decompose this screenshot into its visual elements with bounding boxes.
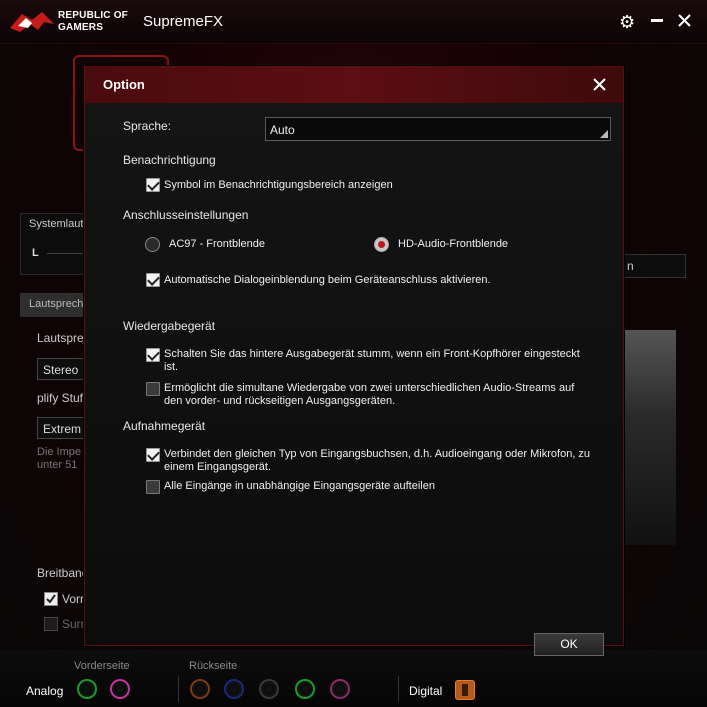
note-line2: unter 51 <box>37 459 78 471</box>
rear-jack-black[interactable] <box>259 679 279 699</box>
speaker-select[interactable]: Stereo <box>37 358 89 380</box>
rog-logo-icon <box>10 12 54 32</box>
dual-stream-line2: den vorder- und rückseitigen Ausgangsger… <box>164 395 396 407</box>
brand-line1: REPUBLIC OF <box>58 10 128 21</box>
dual-stream-line1: Ermöglicht die simultane Wiedergabe von … <box>164 382 575 394</box>
ok-button[interactable]: OK <box>534 633 604 656</box>
brand-line2: GAMERS <box>58 22 104 33</box>
notification-option-label: Symbol im Benachrichtigungsbereich anzei… <box>164 179 393 191</box>
mute-rear-checkbox[interactable] <box>146 348 160 362</box>
rear-jack-blue[interactable] <box>224 679 244 699</box>
amplify-select[interactable]: Extrem <box>37 417 89 439</box>
rear-jack-green[interactable] <box>295 679 315 699</box>
minimize-icon[interactable] <box>650 10 666 28</box>
bg-checkbox-surround-label: Surr <box>62 617 85 631</box>
tab-speaker[interactable]: Lautsprech <box>20 293 90 317</box>
system-volume-panel: Systemlaut L <box>20 213 91 275</box>
notification-checkbox[interactable] <box>146 178 160 192</box>
speaker-label: Lautspre <box>37 331 84 345</box>
jack-center <box>336 685 344 693</box>
brand-text: REPUBLIC OF GAMERS <box>58 10 128 34</box>
bg-checkbox-surround[interactable] <box>44 617 58 631</box>
combine-inputs-line1: Verbindet den gleichen Typ von Eingangsb… <box>164 448 591 460</box>
front-section-label: Vorderseite <box>74 660 130 672</box>
dual-stream-label: Ermöglicht die simultane Wiedergabe von … <box>164 382 574 408</box>
radio-hd-audio-label: HD-Audio-Frontblende <box>398 238 509 250</box>
jack-center <box>301 685 309 693</box>
radio-ac97[interactable] <box>145 237 160 252</box>
mute-rear-line1: Schalten Sie das hintere Ausgabegerät st… <box>164 348 580 360</box>
close-icon[interactable] <box>676 10 694 30</box>
mute-rear-label: Schalten Sie das hintere Ausgabegerät st… <box>164 348 580 374</box>
dialog-body: Sprache: Auto Benachrichtigung Symbol im… <box>85 103 623 656</box>
mute-rear-line2: ist. <box>164 361 179 373</box>
jack-center <box>265 685 273 693</box>
front-jack-pink[interactable] <box>110 679 130 699</box>
combine-inputs-line2: einem Eingangsgerät. <box>164 461 272 473</box>
rear-jack-pink[interactable] <box>330 679 350 699</box>
digital-label: Digital <box>409 684 443 698</box>
bg-checkbox-front-label: Vorr <box>62 592 85 606</box>
background-right-select[interactable]: n <box>624 254 686 278</box>
jack-status-bar <box>0 650 707 707</box>
front-jack-green[interactable] <box>77 679 97 699</box>
dialog-title: Option <box>103 77 145 92</box>
bg-checkbox-front[interactable] <box>44 592 58 606</box>
language-select[interactable]: Auto <box>265 117 611 141</box>
broadband-label: Breitband <box>37 566 89 580</box>
analog-label: Analog <box>26 684 64 698</box>
jack-center <box>116 685 124 693</box>
dual-stream-checkbox[interactable] <box>146 382 160 396</box>
spdif-icon[interactable] <box>455 680 475 700</box>
language-select-value: Auto <box>270 123 295 137</box>
radio-hd-audio[interactable] <box>374 237 389 252</box>
rear-section-label: Rückseite <box>189 660 238 672</box>
rear-jack-orange[interactable] <box>190 679 210 699</box>
language-label: Sprache: <box>123 119 172 133</box>
auto-popup-label: Automatische Dialogeinblendung beim Gerä… <box>164 274 491 286</box>
app-title: SupremeFX <box>143 13 224 30</box>
amplify-label: plify Stuf <box>37 391 84 405</box>
option-dialog: Option Sprache: Auto Benachrichtigung Sy… <box>84 66 624 656</box>
right-select-text: n <box>627 259 634 273</box>
dialog-header: Option <box>85 67 623 103</box>
jack-center <box>196 685 204 693</box>
jack-center <box>230 685 238 693</box>
jack-center <box>83 685 91 693</box>
divider <box>398 676 399 702</box>
app-window: REPUBLIC OF GAMERS SupremeFX ⚙ Systemlau… <box>0 0 707 707</box>
divider <box>178 676 179 702</box>
title-bar: REPUBLIC OF GAMERS SupremeFX ⚙ <box>0 0 707 44</box>
system-volume-label: Systemlaut <box>29 218 84 230</box>
auto-popup-checkbox[interactable] <box>146 273 160 287</box>
dropdown-arrow-icon <box>600 130 608 138</box>
gear-icon[interactable]: ⚙ <box>619 12 639 32</box>
dialog-close-icon[interactable] <box>592 73 608 98</box>
split-inputs-checkbox[interactable] <box>146 480 160 494</box>
note-line1: Die Impe <box>37 446 82 458</box>
channel-l-label: L <box>32 247 39 259</box>
impedance-note: Die Impe unter 51 <box>37 446 81 472</box>
background-right-panel <box>624 330 676 545</box>
split-inputs-label: Alle Eingänge in unabhängige Eingangsger… <box>164 480 435 492</box>
radio-ac97-label: AC97 - Frontblende <box>169 238 265 250</box>
combine-inputs-label: Verbindet den gleichen Typ von Eingangsb… <box>164 448 590 474</box>
combine-inputs-checkbox[interactable] <box>146 448 160 462</box>
connection-heading: Anschlusseinstellungen <box>123 208 249 222</box>
notification-heading: Benachrichtigung <box>123 153 216 167</box>
recording-heading: Aufnahmegerät <box>123 419 206 433</box>
playback-heading: Wiedergabegerät <box>123 319 216 333</box>
